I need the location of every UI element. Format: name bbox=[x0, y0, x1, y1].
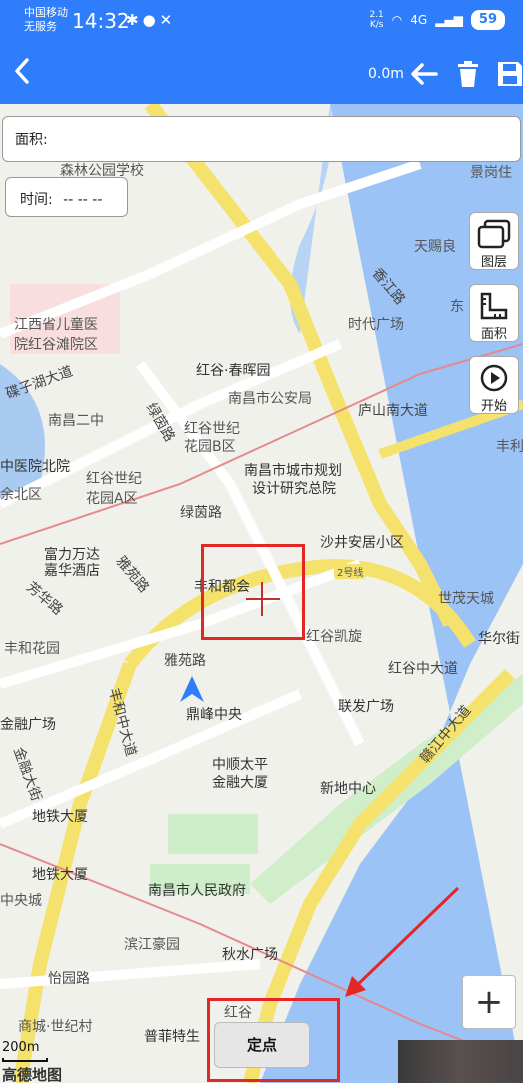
poi-label: 嘉华酒店 bbox=[44, 563, 100, 579]
road-label: 庐山南大道 bbox=[358, 403, 428, 419]
poi-label: 院红谷滩院区 bbox=[14, 337, 98, 353]
poi-label: 金融广场 bbox=[0, 717, 56, 733]
layers-label: 图层 bbox=[480, 255, 507, 270]
poi-label: 花园B区 bbox=[184, 439, 236, 455]
poi-label: 设计研究总院 bbox=[252, 481, 336, 497]
location-icon: ● bbox=[142, 11, 160, 29]
area-measure-label: 面积 bbox=[480, 327, 507, 342]
poi-label: 新地中心 bbox=[320, 781, 376, 797]
poi-label: 鼎峰中央 bbox=[186, 707, 242, 723]
status-time: 14:32 bbox=[72, 9, 130, 33]
time-label: 时间: bbox=[20, 192, 53, 208]
net-speed-value: 2.1 bbox=[369, 10, 384, 20]
distance-readout: 0.0m bbox=[368, 66, 404, 82]
status-right: 2.1 K/s ◠ 4G ▂▄▆ 59 bbox=[369, 10, 505, 30]
road-label: 雅苑路 bbox=[164, 653, 206, 669]
status-icons: ✱●✕ bbox=[126, 11, 176, 29]
poi-label: 南昌市人民政府 bbox=[148, 883, 246, 899]
current-location-icon bbox=[180, 676, 204, 702]
poi-label: 普菲特生 bbox=[144, 1029, 200, 1045]
poi-label: 南昌二中 bbox=[48, 413, 104, 429]
poi-label: 南昌市城市规划 bbox=[244, 463, 342, 479]
carrier-info: 中国移动 无服务 bbox=[24, 6, 68, 34]
poi-label: 红谷世纪 bbox=[184, 421, 240, 437]
poi-label: 世茂天城 bbox=[438, 591, 494, 607]
bluetooth-icon: ✱ bbox=[126, 11, 143, 29]
area-measure-button[interactable]: 面积 bbox=[469, 284, 519, 342]
scale-label: 200m bbox=[2, 1040, 40, 1055]
area-label: 面积: bbox=[15, 132, 48, 148]
poi-label: 金融大厦 bbox=[212, 775, 268, 791]
poi-label: 景岗住 bbox=[470, 165, 512, 181]
time-value: -- -- -- bbox=[63, 192, 103, 208]
poi-label: 商城·世纪村 bbox=[18, 1019, 93, 1035]
status-bar: 中国移动 无服务 14:32 ✱●✕ 2.1 K/s ◠ 4G ▂▄▆ 59 bbox=[0, 0, 523, 44]
poi-label: 丰利 bbox=[496, 439, 523, 455]
wifi-icon: ◠ bbox=[391, 13, 403, 27]
poi-label: 红谷凯旋 bbox=[306, 629, 362, 645]
road-label: 怡园路 bbox=[48, 971, 90, 987]
signal-icon: ▂▄▆ bbox=[435, 13, 463, 27]
poi-label: 天赐良 bbox=[414, 239, 456, 255]
layers-icon bbox=[477, 219, 511, 249]
poi-label: 秋水广场 bbox=[222, 947, 278, 963]
back-button[interactable] bbox=[6, 56, 38, 92]
ruler-icon bbox=[480, 292, 508, 320]
trash-icon[interactable] bbox=[452, 58, 484, 90]
start-label: 开始 bbox=[480, 399, 507, 414]
battery-icon: 59 bbox=[470, 10, 505, 30]
road-label: 红谷中大道 bbox=[388, 661, 458, 677]
poi-label: 联发广场 bbox=[338, 699, 394, 715]
locate-button[interactable]: 定点 bbox=[214, 1022, 310, 1068]
poi-label: 南昌市公安局 bbox=[228, 391, 312, 407]
zoom-in-button[interactable]: + bbox=[462, 975, 516, 1029]
poi-label: 中央城 bbox=[0, 893, 42, 909]
poi-label: 江西省儿童医 bbox=[14, 317, 98, 333]
chevron-left-icon bbox=[15, 58, 29, 84]
carrier-name: 中国移动 bbox=[24, 6, 68, 19]
start-button[interactable]: 开始 bbox=[469, 356, 519, 414]
net-speed: 2.1 K/s bbox=[369, 10, 383, 30]
metro-line-badge: 2号线 bbox=[334, 564, 367, 579]
scale-bar bbox=[2, 1058, 48, 1062]
poi-label: 时代广场 bbox=[348, 317, 404, 333]
poi-label: 红谷世纪 bbox=[86, 471, 142, 487]
layers-button[interactable]: 图层 bbox=[469, 212, 519, 270]
poi-label: 滨江豪园 bbox=[124, 937, 180, 953]
video-thumbnail bbox=[398, 1040, 523, 1083]
poi-label: 红谷·春晖园 bbox=[196, 363, 271, 379]
net-speed-unit: K/s bbox=[369, 20, 384, 30]
poi-label: 中医院北院 bbox=[0, 459, 70, 475]
poi-label: 花园A区 bbox=[86, 491, 138, 507]
mute-icon: ✕ bbox=[159, 11, 177, 29]
poi-label: 丰和花园 bbox=[4, 641, 60, 657]
park-area bbox=[168, 814, 258, 854]
poi-label: 东 bbox=[450, 299, 464, 315]
poi-label: 地铁大厦 bbox=[32, 809, 88, 825]
map-logo: 高德地图 bbox=[2, 1066, 63, 1083]
annotation-highlight-crosshair bbox=[201, 544, 305, 640]
poi-label: 沙井安居小区 bbox=[320, 535, 404, 551]
poi-label: 中顺太平 bbox=[212, 757, 268, 773]
play-icon bbox=[480, 364, 508, 392]
poi-label: 地铁大厦 bbox=[32, 867, 88, 883]
poi-label: 华尔街 bbox=[478, 631, 520, 647]
toolbar: 0.0m bbox=[0, 44, 523, 104]
service-status: 无服务 bbox=[24, 20, 57, 33]
network-type: 4G bbox=[410, 13, 428, 27]
poi-label: 余北区 bbox=[0, 487, 42, 503]
area-panel: 面积: bbox=[2, 116, 521, 162]
road-label: 绿茵路 bbox=[180, 505, 222, 521]
time-panel: 时间: -- -- -- bbox=[5, 177, 128, 217]
save-icon[interactable] bbox=[494, 58, 523, 90]
undo-arrow-icon[interactable] bbox=[408, 58, 440, 90]
